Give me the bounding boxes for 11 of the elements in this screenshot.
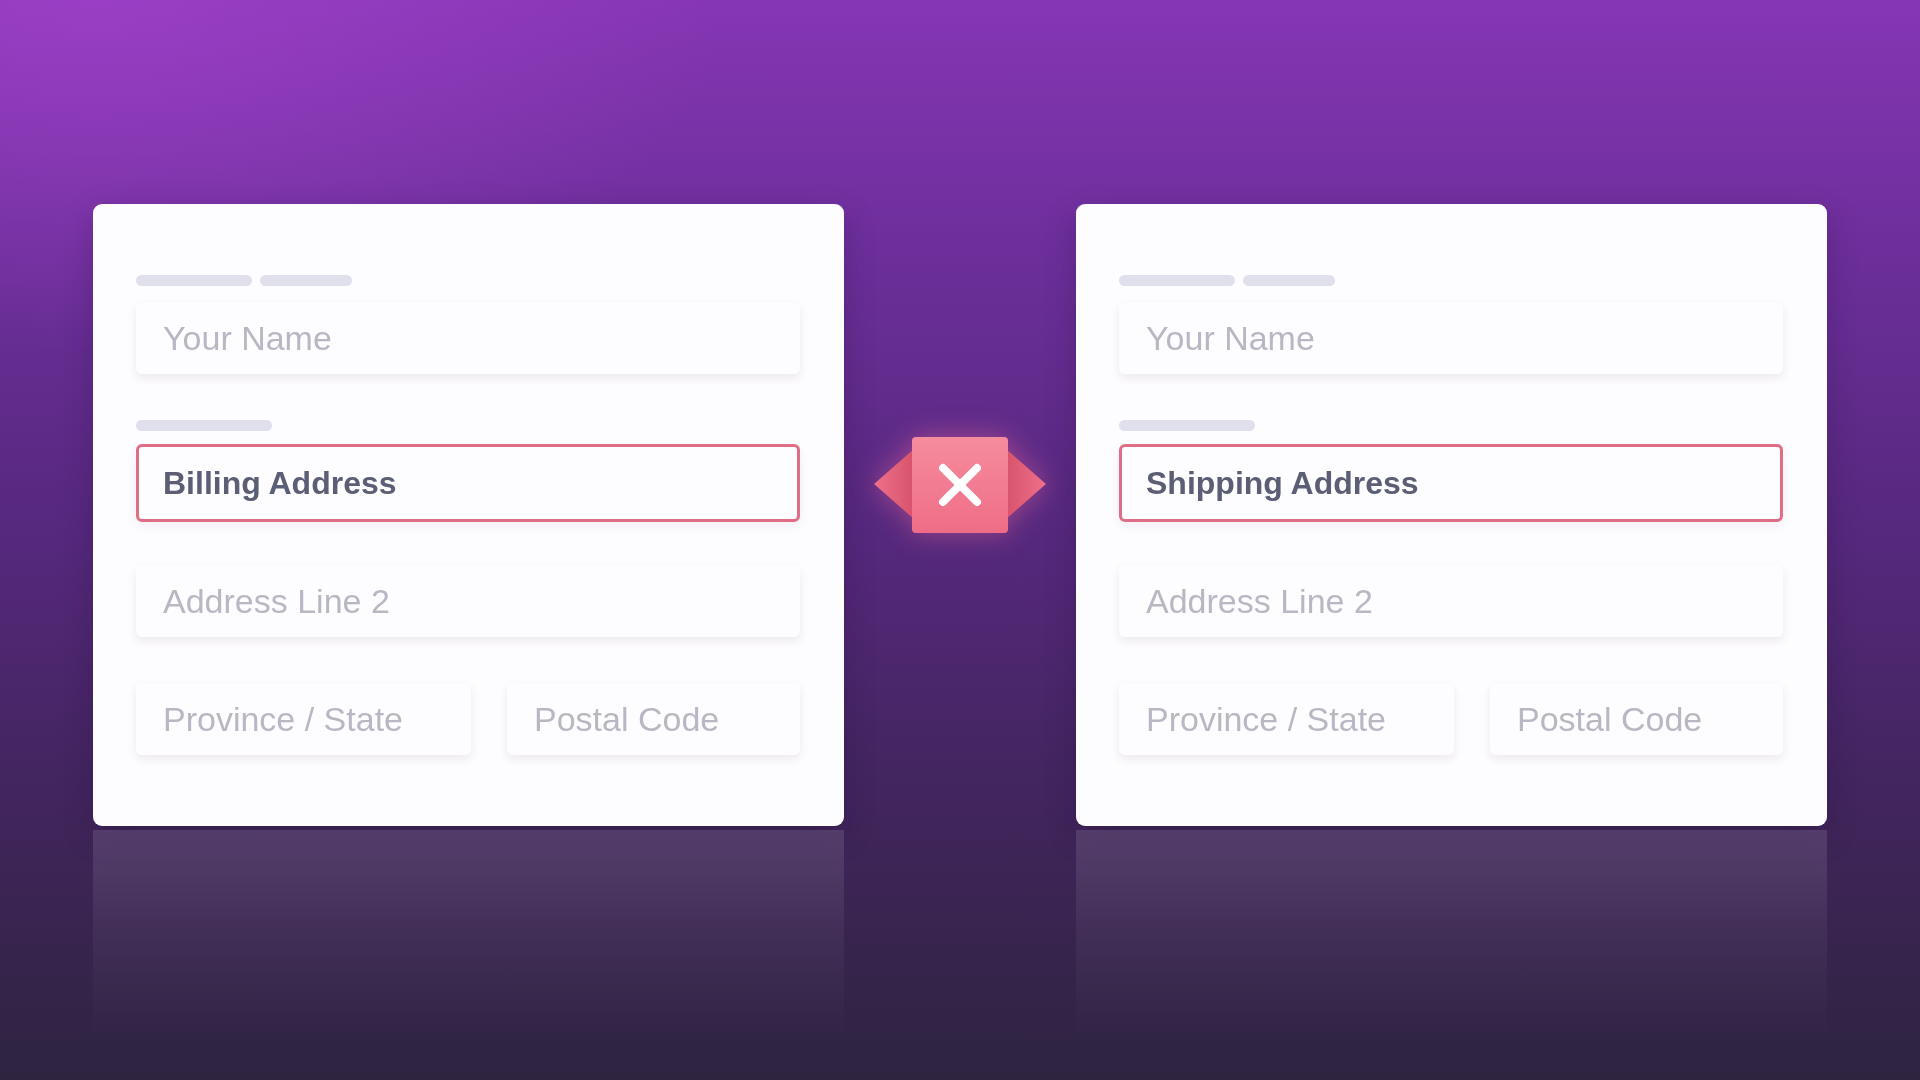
input-field[interactable]: Address Line 2 — [136, 565, 800, 637]
input-field[interactable]: Postal Code — [1490, 683, 1783, 755]
input-field[interactable]: Shipping Address — [1119, 444, 1783, 522]
input-field[interactable]: Postal Code — [507, 683, 800, 755]
input-field[interactable]: Billing Address — [136, 444, 800, 522]
input-field[interactable]: Province / State — [1119, 683, 1454, 755]
input-field[interactable]: Your Name — [1119, 302, 1783, 374]
cross-icon — [874, 437, 1046, 533]
input-field[interactable]: Province / State — [136, 683, 471, 755]
input-field[interactable]: Your Name — [136, 302, 800, 374]
input-field[interactable]: Address Line 2 — [1119, 565, 1783, 637]
